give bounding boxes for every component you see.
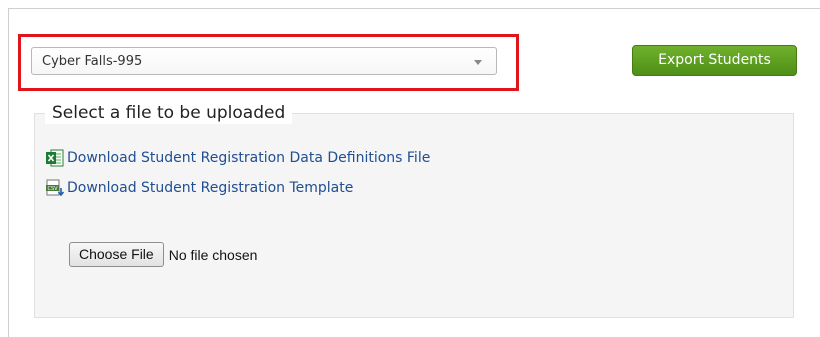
csv-download-icon[interactable]: CSV <box>45 178 65 198</box>
upload-fieldset <box>34 113 794 318</box>
school-select-value: Cyber Falls-995 <box>42 54 143 69</box>
file-input: Choose File No file chosen <box>69 242 257 267</box>
school-select[interactable]: Cyber Falls-995 <box>31 47 497 75</box>
download-template-link[interactable]: Download Student Registration Template <box>67 180 353 196</box>
file-status-text: No file chosen <box>168 246 258 263</box>
template-link-row: CSV Download Student Registration Templa… <box>45 178 353 198</box>
excel-file-icon[interactable] <box>45 148 65 168</box>
svg-text:CSV: CSV <box>48 186 59 192</box>
definitions-link-row: Download Student Registration Data Defin… <box>45 148 430 168</box>
export-students-button[interactable]: Export Students <box>632 45 797 76</box>
upload-legend: Select a file to be uploaded <box>45 102 293 124</box>
download-definitions-link[interactable]: Download Student Registration Data Defin… <box>67 150 430 166</box>
choose-file-button[interactable]: Choose File <box>69 242 164 267</box>
dropdown-arrow-icon <box>474 60 482 65</box>
